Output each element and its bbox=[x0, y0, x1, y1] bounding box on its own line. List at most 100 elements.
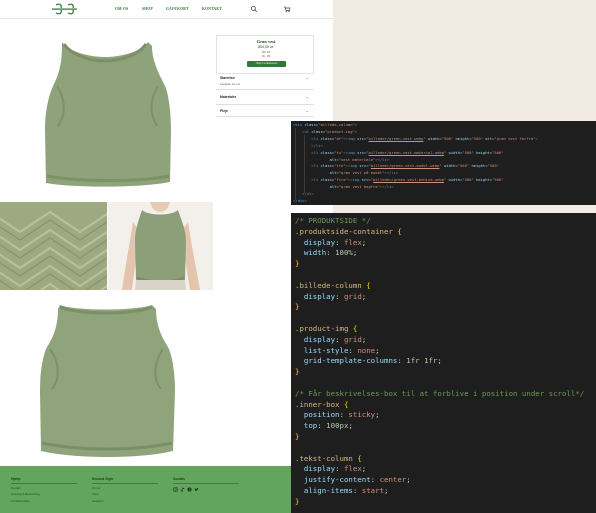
code-token: ; bbox=[348, 421, 353, 431]
social-icons bbox=[173, 487, 239, 492]
code-token: ; bbox=[375, 410, 380, 420]
code-token: : bbox=[335, 237, 344, 247]
code-line: grid-template-columns: 1fr 1fr; bbox=[295, 356, 595, 367]
code-line: display: flex; bbox=[295, 464, 595, 475]
nav-link-kontakt[interactable]: KONTAKT bbox=[202, 7, 222, 11]
code-token: top bbox=[303, 421, 318, 431]
footer-link[interactable]: Levering & Returnering bbox=[11, 492, 77, 496]
product-image-model[interactable] bbox=[108, 202, 213, 290]
code-line: display: grid; bbox=[295, 292, 595, 303]
product-number: Nr.: 35 bbox=[261, 54, 271, 58]
code-token: justify-content bbox=[303, 475, 371, 485]
code-token: "500" bbox=[457, 163, 470, 169]
accordion-size[interactable]: Størrelse ⌄ Længde: ca. cm bbox=[216, 74, 314, 90]
footer-link[interactable]: Om os bbox=[92, 486, 158, 490]
code-token: flex bbox=[343, 464, 362, 474]
footer-link[interactable]: Gavekort bbox=[92, 499, 158, 503]
code-token: .produktside-container bbox=[295, 226, 393, 236]
html-code-editor[interactable]: <div class="billede-column"> <ul class="… bbox=[291, 121, 596, 205]
code-line: } bbox=[295, 497, 595, 508]
cart-icon[interactable] bbox=[283, 5, 291, 13]
code-token: display bbox=[303, 237, 336, 247]
code-token: "vest materiale" bbox=[338, 156, 376, 162]
code-token: { bbox=[343, 399, 349, 409]
code-token: : bbox=[397, 356, 407, 366]
instagram-icon[interactable] bbox=[173, 487, 178, 492]
accordion-materials[interactable]: Materialer ⌄ bbox=[216, 90, 314, 105]
nav-link-shop[interactable]: SHOP bbox=[142, 7, 153, 11]
code-token: display bbox=[303, 291, 336, 301]
logo[interactable] bbox=[52, 3, 77, 15]
code-token: "500" bbox=[492, 149, 504, 155]
code-line: .product-img { bbox=[295, 324, 595, 335]
product-size: Str: M bbox=[262, 49, 270, 54]
footer-link[interactable]: Shop bbox=[92, 492, 158, 496]
search-icon[interactable] bbox=[250, 5, 258, 13]
code-token: > bbox=[320, 142, 323, 148]
code-token: } bbox=[295, 496, 300, 506]
code-line: </div> bbox=[293, 197, 596, 204]
code-token: center bbox=[379, 475, 407, 485]
footer-link[interactable]: Privatlivspolitik bbox=[11, 499, 77, 503]
code-token: class bbox=[320, 135, 332, 141]
code-line: display: flex; bbox=[295, 238, 595, 249]
code-token: "500" bbox=[462, 177, 474, 183]
code-token: billeder/green-vest-model.webp bbox=[370, 163, 440, 169]
code-token: height bbox=[476, 149, 490, 155]
facebook-icon[interactable] bbox=[187, 487, 192, 492]
code-token: src bbox=[357, 149, 364, 155]
code-token: class bbox=[320, 149, 332, 155]
css-code-editor[interactable]: /* PRODUKTSIDE */ .produktside-container … bbox=[291, 213, 596, 513]
nav-link-om-os[interactable]: OM OS bbox=[115, 7, 128, 11]
footer-column-help: Hjælp Kontakt Levering & Returnering Pri… bbox=[11, 477, 77, 503]
nav-link-gavekort[interactable]: GAVEKORT bbox=[166, 7, 189, 11]
code-token: img bbox=[347, 135, 355, 141]
code-token: : bbox=[370, 475, 380, 485]
code-line: /* Får beskrivelses-box til at forblive … bbox=[295, 389, 595, 400]
code-token: } bbox=[295, 302, 300, 312]
product-image-front[interactable] bbox=[0, 20, 213, 201]
code-token: : bbox=[335, 291, 344, 301]
code-line: width: 100%; bbox=[295, 248, 595, 259]
accordion-title: Materialer bbox=[220, 95, 237, 99]
product-image-back[interactable] bbox=[0, 291, 213, 466]
code-token: billeder/green-vest.webp bbox=[368, 135, 424, 141]
code-token: > bbox=[311, 191, 314, 196]
code-token: none bbox=[357, 345, 376, 355]
code-token: class bbox=[320, 177, 332, 183]
twitter-icon[interactable] bbox=[194, 487, 199, 492]
code-token: : bbox=[335, 334, 344, 344]
code-token: } bbox=[295, 259, 300, 269]
accordion-text: Længde: ca. cm bbox=[220, 81, 241, 86]
code-token: > bbox=[395, 170, 399, 176]
add-to-cart-button[interactable]: Tilføj til indkøbskurv bbox=[247, 61, 286, 67]
webpage-preview: OM OS SHOP GAVEKORT KONTAKT Grøn vest 80… bbox=[0, 0, 333, 513]
code-token: height bbox=[455, 135, 470, 141]
code-line: .billede-column { bbox=[295, 281, 595, 292]
footer-link[interactable]: Kontakt bbox=[11, 486, 77, 490]
code-token: > bbox=[386, 156, 390, 162]
code-line: top: 100px; bbox=[295, 421, 595, 432]
code-token: > bbox=[354, 122, 358, 127]
accordion-care[interactable]: Pleje ⌄ bbox=[216, 105, 314, 117]
accordion-title: Pleje bbox=[220, 109, 228, 113]
code-token: width bbox=[303, 248, 327, 258]
code-token: "grøn vest på model" bbox=[338, 170, 385, 176]
code-line: } bbox=[295, 259, 595, 270]
code-token: ; bbox=[361, 464, 367, 474]
tiktok-icon[interactable] bbox=[180, 487, 185, 492]
product-image-material[interactable] bbox=[0, 202, 107, 290]
